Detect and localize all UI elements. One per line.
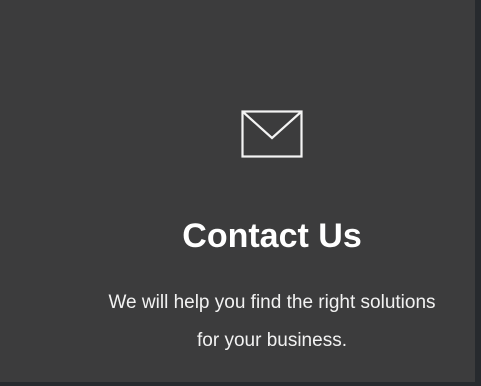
contact-title: Contact Us bbox=[182, 217, 362, 255]
contact-card[interactable]: Contact Us We will help you find the rig… bbox=[0, 0, 478, 384]
description-line-2: for your business. bbox=[197, 330, 347, 351]
envelope-icon bbox=[241, 110, 303, 158]
contact-description: We will help you find the right solution… bbox=[60, 284, 481, 360]
description-line-1: We will help you find the right solution… bbox=[108, 292, 436, 313]
